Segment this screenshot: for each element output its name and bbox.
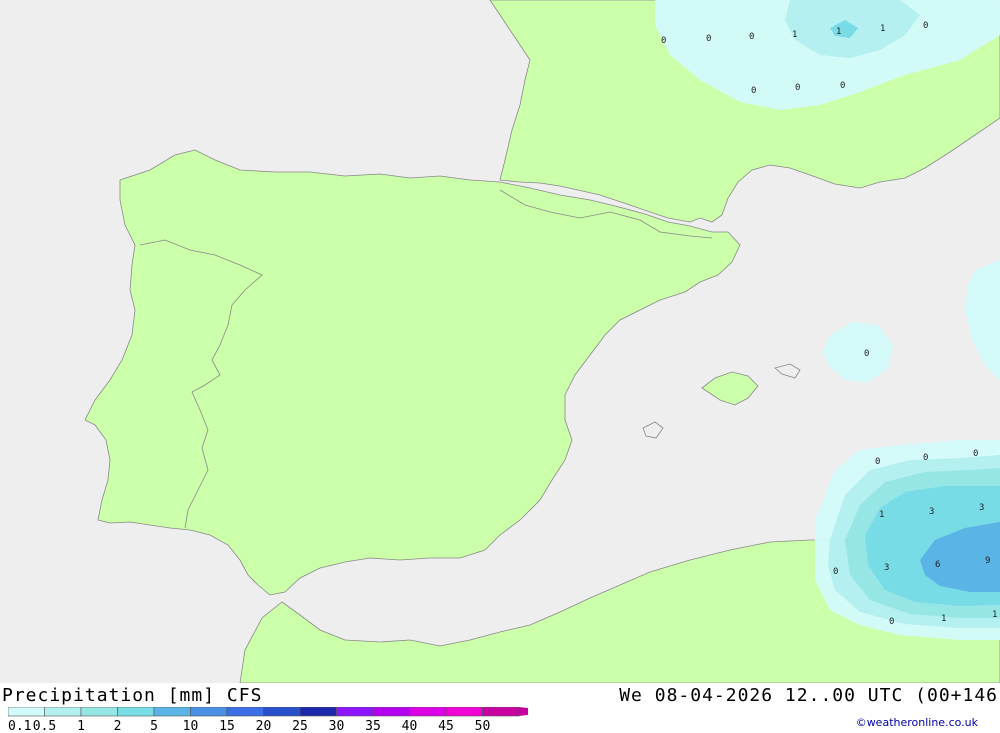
map-value: 0 — [749, 32, 754, 42]
legend-label: 40 — [402, 719, 418, 731]
map-value: 0 — [751, 86, 756, 96]
map-value: 0 — [923, 453, 928, 463]
map-value: 0 — [875, 457, 880, 467]
map-value: 3 — [884, 563, 889, 573]
map-value: 1 — [992, 610, 997, 620]
legend-label: 25 — [292, 719, 308, 731]
map-value: 0 — [661, 36, 666, 46]
legend-label: 30 — [329, 719, 345, 731]
legend-swatch — [409, 707, 447, 717]
legend-swatch — [445, 707, 483, 717]
legend-swatch — [482, 707, 520, 717]
legend-swatch — [263, 707, 301, 717]
site-credit: ©weatheronline.co.uk — [855, 716, 978, 729]
legend-overflow-arrow — [519, 707, 528, 716]
map-value: 0 — [864, 349, 869, 359]
legend-label: 5 — [150, 719, 158, 731]
map-value: 6 — [935, 560, 940, 570]
legend-swatch — [299, 707, 337, 717]
legend-swatch — [190, 707, 228, 717]
legend-label: 0.5 — [33, 719, 56, 731]
legend-swatch — [44, 707, 82, 717]
footer-bar: Precipitation [mm] CFS We 08-04-2026 12.… — [0, 683, 1000, 733]
map-value: 1 — [836, 27, 841, 37]
precipitation-map: 0 0 0 1 1 1 0 0 0 0 0 0 0 0 1 3 3 0 3 6 … — [0, 0, 1000, 683]
legend-label: 0.1 — [8, 719, 31, 731]
legend-label: 35 — [365, 719, 381, 731]
legend-swatch — [153, 707, 191, 717]
legend-label: 10 — [183, 719, 199, 731]
map-value: 9 — [985, 556, 990, 566]
legend-swatch — [372, 707, 410, 717]
map-value: 0 — [840, 81, 845, 91]
map-value: 0 — [923, 21, 928, 31]
map-value: 1 — [880, 24, 885, 34]
legend-label: 15 — [219, 719, 235, 731]
map-value: 0 — [973, 449, 978, 459]
legend-label: 20 — [256, 719, 272, 731]
legend-label: 50 — [475, 719, 491, 731]
map-value: 1 — [792, 30, 797, 40]
legend-swatch — [226, 707, 264, 717]
map-title: Precipitation [mm] CFS — [2, 685, 263, 706]
map-value: 3 — [929, 507, 934, 517]
map-value: 0 — [795, 83, 800, 93]
legend-swatch — [336, 707, 374, 717]
color-legend: 0.1 0.5 1 2 5 10 15 20 25 30 35 40 45 50 — [8, 707, 528, 731]
legend-swatch — [80, 707, 118, 717]
legend-label: 2 — [114, 719, 122, 731]
legend-label: 45 — [438, 719, 454, 731]
legend-label: 1 — [77, 719, 85, 731]
legend-swatch — [8, 707, 45, 717]
legend-swatch — [117, 707, 155, 717]
map-value: 0 — [833, 567, 838, 577]
map-value: 0 — [889, 617, 894, 627]
map-value: 1 — [941, 614, 946, 624]
map-value: 0 — [706, 34, 711, 44]
forecast-datetime: We 08-04-2026 12..00 UTC (00+146 — [619, 685, 998, 706]
map-value: 3 — [979, 503, 984, 513]
map-value: 1 — [879, 510, 884, 520]
